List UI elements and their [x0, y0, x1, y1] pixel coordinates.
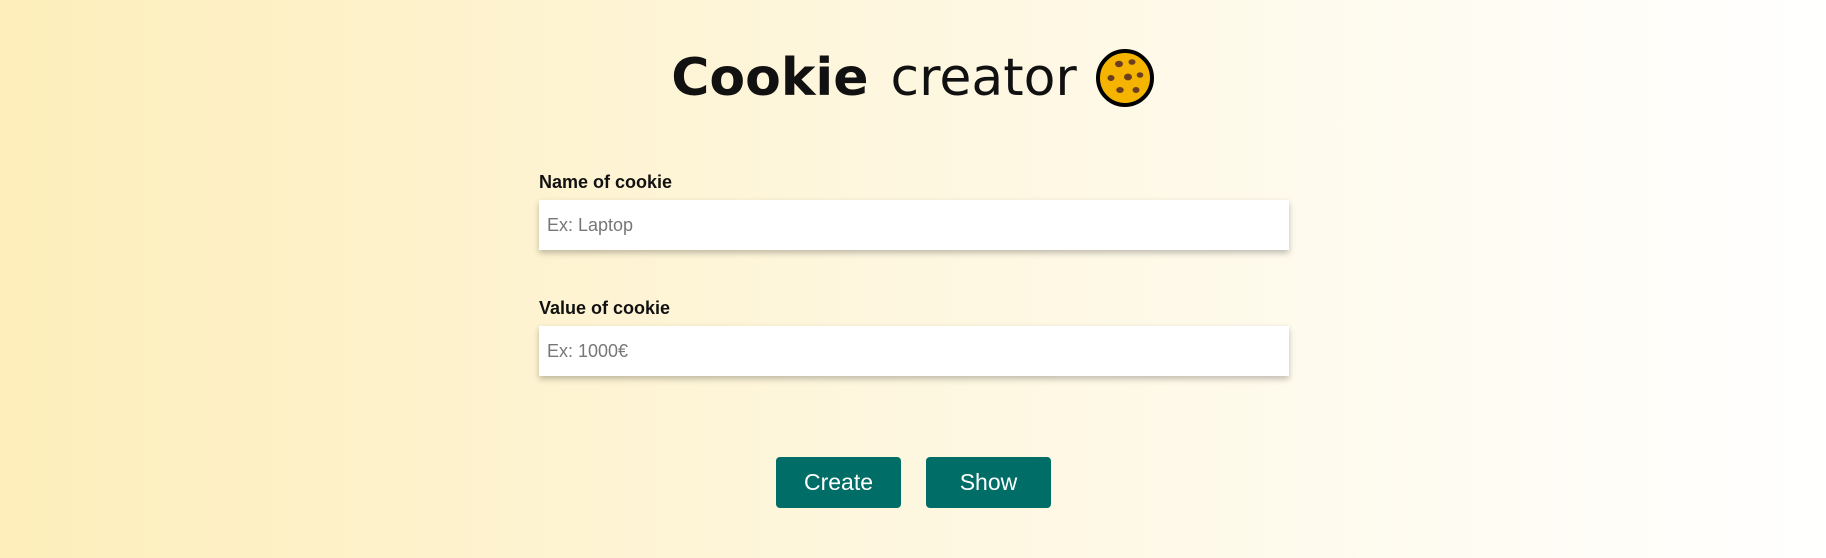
- create-button[interactable]: Create: [776, 457, 901, 508]
- name-of-cookie-group: Name of cookie: [539, 172, 1289, 250]
- value-of-cookie-group: Value of cookie: [539, 298, 1289, 376]
- name-of-cookie-input[interactable]: [539, 200, 1289, 250]
- cookie-icon: [1095, 49, 1154, 107]
- page-title: Cookie creator: [0, 48, 1826, 108]
- action-buttons: Create Show: [776, 457, 1051, 508]
- name-of-cookie-label: Name of cookie: [539, 172, 673, 192]
- value-of-cookie-label: Value of cookie: [539, 298, 671, 318]
- title-light-word: creator: [890, 48, 1077, 108]
- title-bold-word: Cookie: [671, 48, 869, 108]
- cookie-creator-page: Cookie creator Name of cookie Value of c…: [0, 0, 1826, 558]
- show-button[interactable]: Show: [926, 457, 1051, 508]
- value-of-cookie-input[interactable]: [539, 326, 1289, 376]
